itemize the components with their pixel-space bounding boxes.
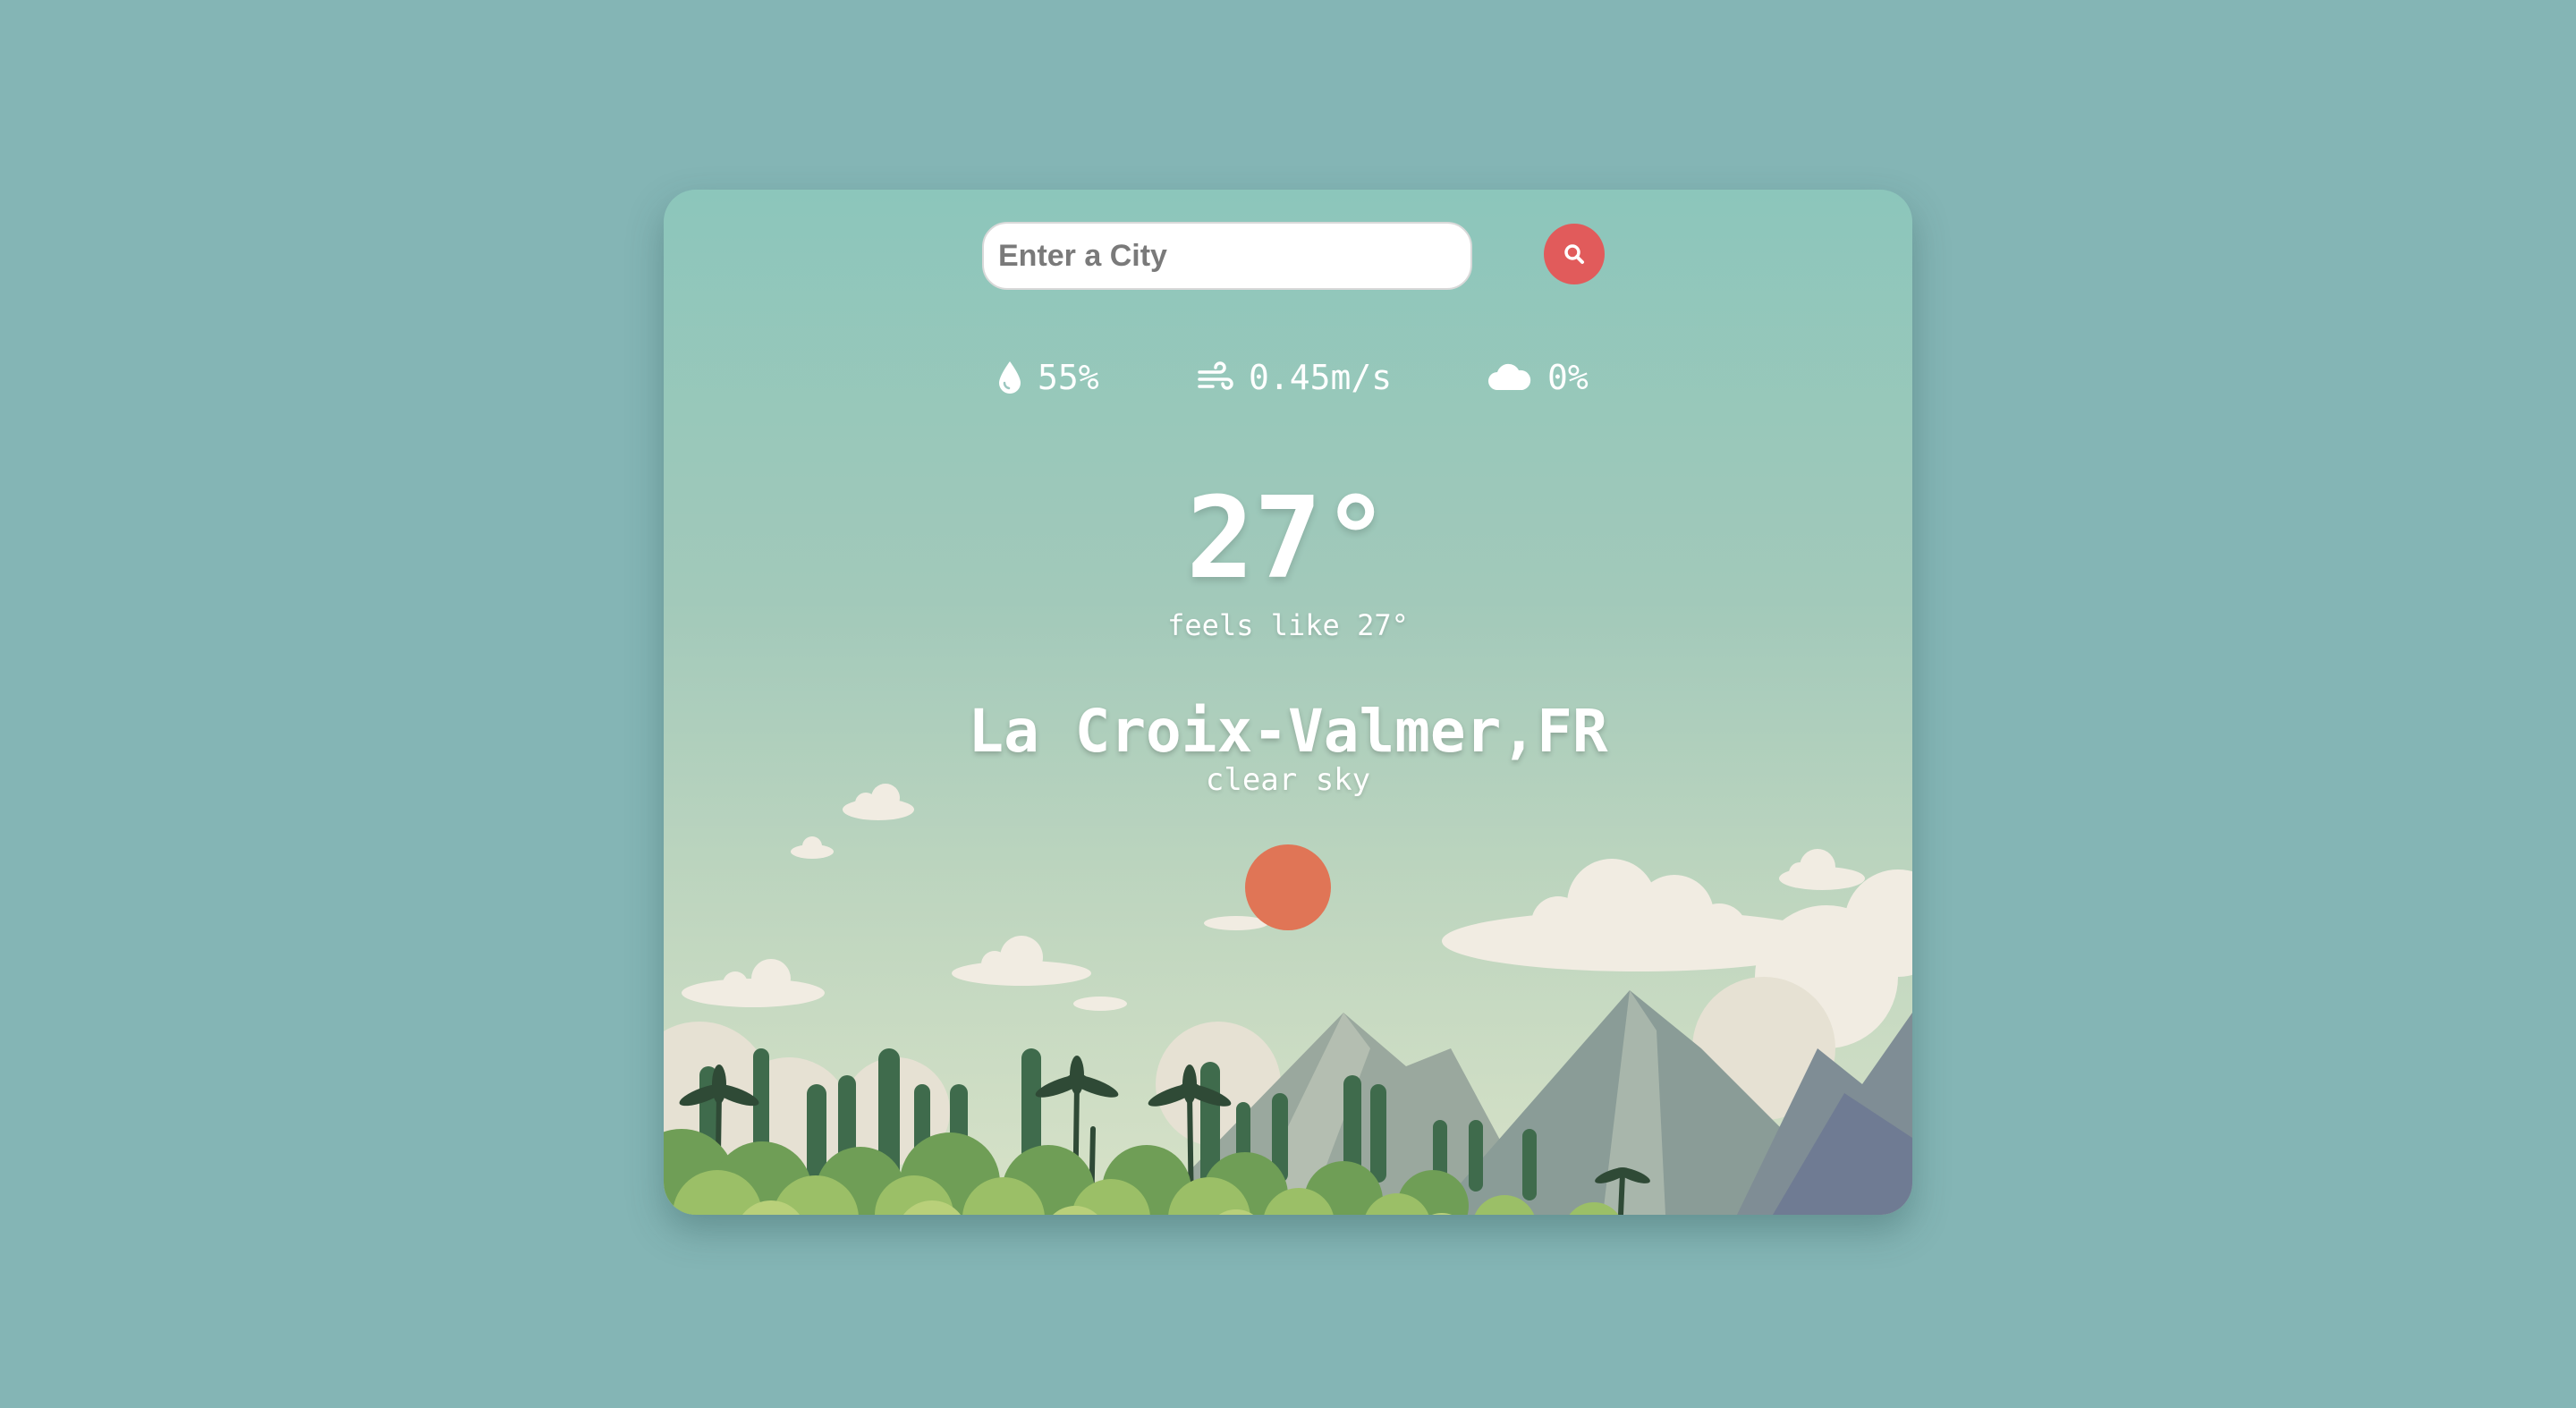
- weather-description: clear sky: [1205, 762, 1371, 798]
- cloud-stat: 0%: [1487, 351, 1589, 404]
- search-icon: [1564, 244, 1584, 264]
- city-search-input[interactable]: [982, 222, 1472, 290]
- weather-card: 55% 0.45m/s 0% 27° feels like 27° La Cro…: [664, 190, 1912, 1215]
- weather-stats: 55% 0.45m/s 0%: [664, 351, 1912, 404]
- water-drop-icon: [999, 361, 1021, 394]
- cloud-icon: [1488, 363, 1531, 390]
- search-bar: [982, 222, 1605, 290]
- cloud-value: 0%: [1547, 358, 1589, 397]
- wind-value: 0.45m/s: [1249, 358, 1393, 397]
- wind-stat: 0.45m/s: [1197, 351, 1392, 404]
- search-button[interactable]: [1544, 224, 1605, 284]
- feels-like: feels like 27°: [1167, 608, 1409, 642]
- humidity-value: 55%: [1038, 358, 1099, 397]
- temperature: 27°: [1186, 472, 1390, 604]
- humidity-stat: 55%: [996, 351, 1099, 404]
- sun-icon: [1245, 844, 1331, 930]
- wind-icon: [1198, 361, 1233, 390]
